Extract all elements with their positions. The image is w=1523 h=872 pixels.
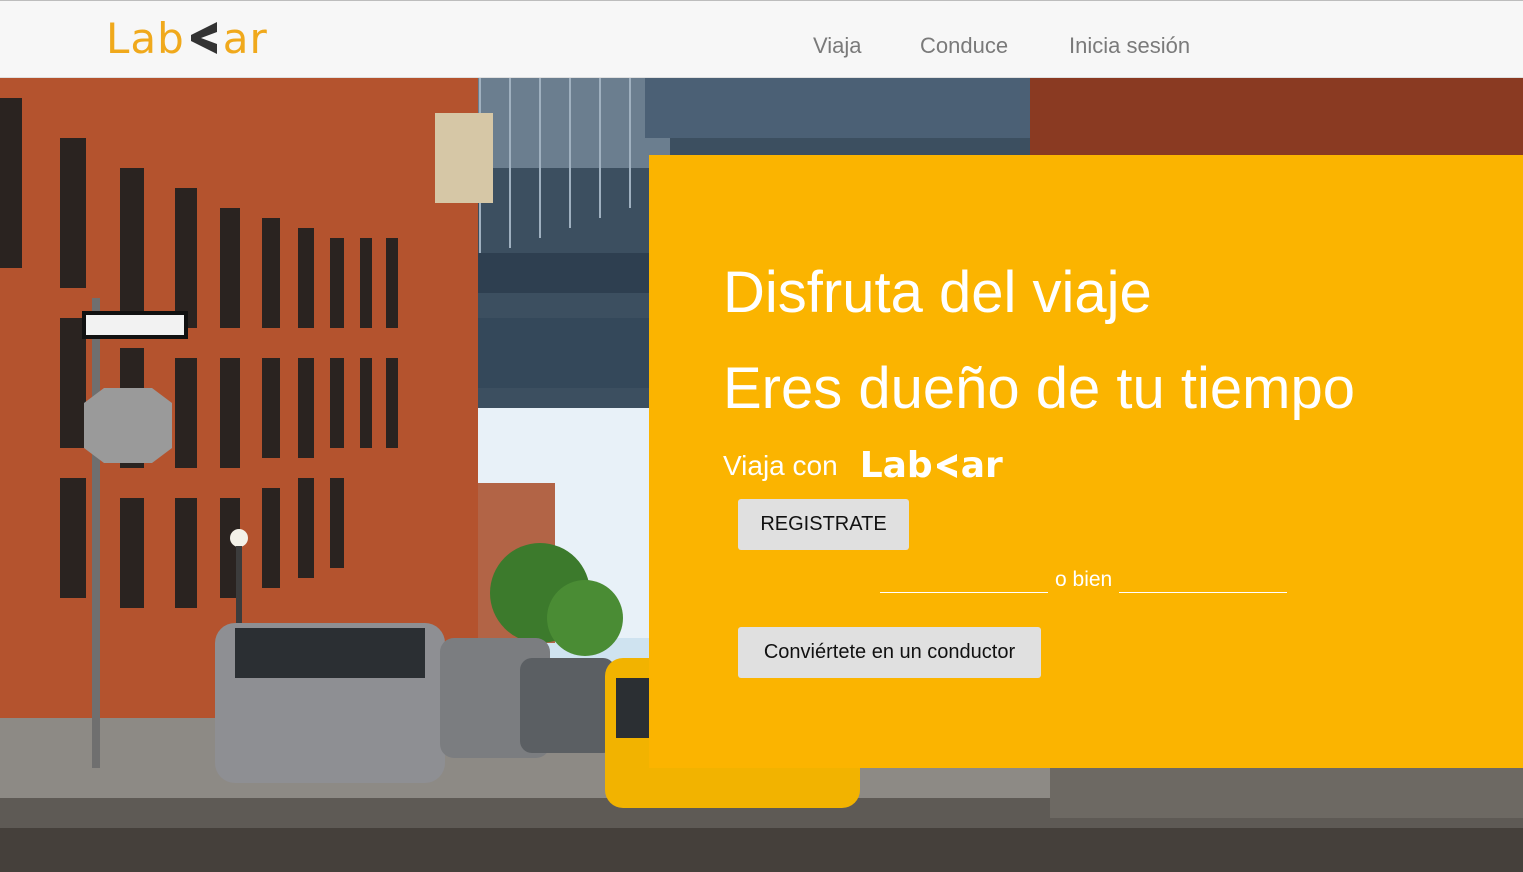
- headline-own-time: Eres dueño de tu tiempo: [723, 356, 1355, 421]
- panel-logo-left: Lab: [859, 445, 933, 486]
- panel-logo-right: ar: [960, 445, 1003, 486]
- divider-line-left: [880, 567, 1048, 593]
- ride-with-text: Viaja con: [723, 449, 838, 481]
- register-button[interactable]: REGISTRATE: [738, 499, 909, 550]
- panel-logo: Lab ar: [860, 445, 1003, 486]
- main-nav: Viaja Conduce Inicia sesión: [0, 1, 1523, 79]
- chevron-left-icon: [936, 453, 957, 478]
- divider-line-right: [1119, 567, 1288, 593]
- ride-with-row: Viaja con Lab ar: [723, 445, 1003, 486]
- nav-item-viaja[interactable]: Viaja: [813, 33, 862, 59]
- headline-enjoy: Disfruta del viaje: [723, 260, 1152, 325]
- promo-panel: Disfruta del viaje Eres dueño de tu tiem…: [649, 155, 1523, 768]
- become-driver-button[interactable]: Conviértete en un conductor: [738, 627, 1041, 678]
- navbar: Lab ar Viaja Conduce Inicia sesión: [0, 0, 1523, 78]
- nav-item-login[interactable]: Inicia sesión: [1069, 33, 1190, 59]
- or-text: o bien: [1055, 568, 1113, 591]
- nav-item-conduce[interactable]: Conduce: [920, 33, 1008, 59]
- or-divider: o bien: [880, 567, 1288, 593]
